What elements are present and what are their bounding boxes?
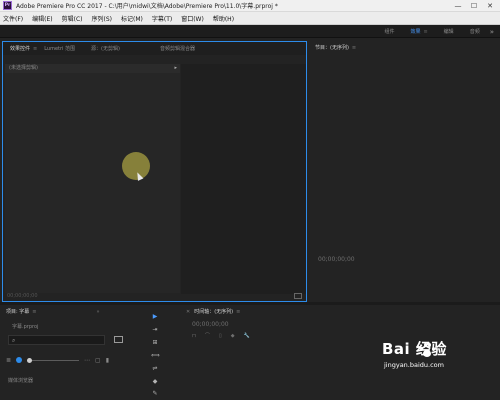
expand-arrow-icon[interactable]: ▸: [174, 64, 177, 73]
tab-project[interactable]: 项目: 字幕: [6, 308, 29, 315]
zoom-slider-knob[interactable]: [27, 357, 33, 363]
timeline-timecode: 00;00;00;00: [192, 321, 229, 328]
menu-window[interactable]: 窗口(W): [181, 14, 204, 23]
tools-panel: ▶ ⇥ ⊞ ⟺ ⇌ ◆ ✎: [142, 305, 179, 400]
razor-tool-icon[interactable]: ⟺: [151, 352, 160, 360]
sort-icon[interactable]: ⋯: [84, 357, 90, 364]
icon-view-icon[interactable]: [16, 357, 23, 363]
program-panel-tabs: 节目：(无序列) ≡: [308, 41, 498, 54]
workspace-menu-icon[interactable]: ≡: [423, 29, 427, 35]
timeline-panel-tabs: ✕ 时间轴：(无序列) ≡: [182, 305, 498, 318]
minimize-button[interactable]: —: [450, 0, 466, 12]
project-toolbar: ≣ ⋯ ▢ ▮: [6, 355, 136, 365]
project-panel-tabs: 项目: 字幕 ≡ »: [2, 305, 139, 318]
window-controls: — ☐ ✕: [450, 0, 498, 12]
baidu-logo-text: Bai 经验: [382, 340, 447, 358]
effect-controls-area: [5, 73, 180, 293]
project-more-icon[interactable]: »: [96, 309, 99, 315]
project-panel: 项目: 字幕 ≡ » 字幕.prproj ⌕ ≣ ⋯ ▢ ▮ 媒体浏览器: [2, 305, 139, 400]
tab-source[interactable]: 源：(无剪辑): [91, 45, 120, 52]
menu-sequence[interactable]: 序列(S): [92, 14, 113, 23]
baidu-url: jingyan.baidu.com: [384, 361, 444, 369]
media-browser-tab[interactable]: 媒体浏览器: [8, 377, 33, 384]
title-bar: Pr Adobe Premiere Pro CC 2017 - C:\用户\mi…: [0, 0, 500, 12]
no-clip-selected-label: (未选择剪辑): [9, 65, 38, 71]
project-menu-icon[interactable]: ≡: [32, 309, 36, 315]
workspace-editing[interactable]: 编辑: [444, 28, 454, 35]
tab-timeline[interactable]: 时间轴：(无序列): [194, 308, 233, 315]
maximize-button[interactable]: ☐: [466, 0, 482, 12]
pen-tool-icon[interactable]: ◆: [151, 378, 159, 386]
workspace-effects[interactable]: 效果: [410, 28, 420, 35]
list-view-icon[interactable]: ≣: [6, 357, 11, 364]
window-title: Adobe Premiere Pro CC 2017 - C:\用户\midwi…: [16, 3, 278, 10]
selection-tool-icon[interactable]: ▶: [151, 313, 159, 321]
project-file-name: 字幕.prproj: [12, 324, 39, 330]
new-item-icon[interactable]: ▢: [95, 357, 101, 364]
program-timecode: 00;00;00;00: [318, 256, 355, 263]
workspace-audio[interactable]: 音频: [470, 28, 480, 35]
add-marker-icon[interactable]: ◆: [231, 333, 235, 339]
timeline-close-icon[interactable]: ✕: [186, 309, 190, 315]
workspace-assembly[interactable]: 组件: [384, 28, 394, 35]
workspace-more-icon[interactable]: »: [490, 28, 494, 36]
panel-menu-icon[interactable]: ≡: [33, 46, 37, 52]
export-frame-icon[interactable]: [294, 293, 302, 299]
baidu-watermark: Bai 经验 jingyan.baidu.com: [382, 338, 492, 393]
paw-icon: [419, 343, 435, 357]
effect-controls-panel: 效果控件 ≡ Lumetri 范围 源：(无剪辑) 音频剪辑混合器 (未选择剪辑…: [2, 41, 307, 302]
close-button[interactable]: ✕: [482, 0, 498, 12]
project-search-input[interactable]: ⌕: [8, 335, 105, 345]
menu-bar: 文件(F) 编辑(E) 剪辑(C) 序列(S) 标记(M) 字幕(T) 窗口(W…: [0, 12, 500, 25]
linked-selection-icon[interactable]: ▯: [219, 333, 222, 339]
trash-icon[interactable]: ▮: [106, 357, 109, 364]
new-bin-icon[interactable]: [114, 336, 123, 343]
slip-tool-icon[interactable]: ⇌: [151, 365, 159, 373]
effect-controls-timeline-area: [181, 64, 306, 294]
program-monitor-panel: 节目：(无序列) ≡ 00;00;00;00: [308, 41, 498, 302]
effect-controls-timecode: 00;00;00;00: [7, 293, 38, 299]
timeline-menu-icon[interactable]: ≡: [236, 309, 240, 315]
tab-effect-controls[interactable]: 效果控件: [10, 45, 30, 52]
premiere-app-icon: Pr: [3, 1, 12, 10]
menu-file[interactable]: 文件(F): [3, 14, 23, 23]
timeline-controls: ⊓ ⌒ ▯ ◆ 🔧: [192, 332, 259, 340]
track-select-tool-icon[interactable]: ⇥: [151, 326, 159, 334]
program-menu-icon[interactable]: ≡: [352, 45, 356, 51]
snap-icon[interactable]: ⌒: [205, 332, 210, 339]
hand-tool-icon[interactable]: ✎: [151, 390, 159, 398]
zoom-slider[interactable]: [27, 357, 80, 363]
search-icon: ⌕: [12, 337, 16, 344]
nest-sequence-icon[interactable]: ⊓: [192, 333, 196, 339]
no-clip-selected-header: (未选择剪辑) ▸: [5, 64, 180, 73]
menu-title[interactable]: 字幕(T): [152, 14, 172, 23]
menu-help[interactable]: 帮助(H): [213, 14, 234, 23]
menu-edit[interactable]: 编辑(E): [32, 14, 52, 23]
tab-program[interactable]: 节目：(无序列): [315, 44, 349, 51]
workspace-tabs: 组件 效果 ≡ 编辑 音频 »: [368, 25, 494, 38]
tab-lumetri-scopes[interactable]: Lumetri 范围: [44, 45, 75, 52]
wrench-icon[interactable]: 🔧: [244, 333, 250, 339]
source-panel-tabs: 效果控件 ≡ Lumetri 范围 源：(无剪辑) 音频剪辑混合器: [3, 42, 306, 55]
ripple-edit-tool-icon[interactable]: ⊞: [151, 339, 159, 347]
workspace-bar: 组件 效果 ≡ 编辑 音频 »: [0, 25, 500, 38]
tab-audio-clip-mixer[interactable]: 音频剪辑混合器: [160, 45, 195, 52]
menu-marker[interactable]: 标记(M): [121, 14, 143, 23]
menu-clip[interactable]: 剪辑(C): [62, 14, 83, 23]
